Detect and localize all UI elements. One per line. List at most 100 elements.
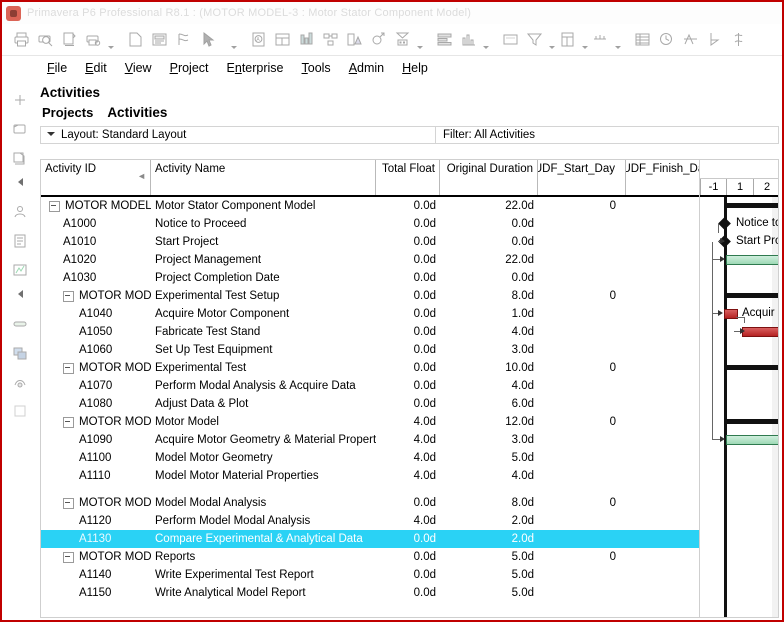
wbs-row[interactable]: MOTOR MODEL-3.3Motor Model4.0d12.0d00 — [41, 413, 699, 431]
cell-original-duration[interactable]: 2.0d — [440, 533, 538, 545]
column-header-original-duration[interactable]: Original Duration — [440, 160, 538, 195]
menu-bar[interactable]: File Edit View Project Enterprise Tools … — [2, 56, 782, 80]
cell-udf-start-day[interactable]: 0 — [538, 497, 626, 509]
menu-item-tools[interactable]: Tools — [293, 59, 340, 77]
cell-activity-id[interactable]: A1000 — [41, 218, 151, 230]
tracking-icon[interactable] — [9, 259, 31, 281]
gantt-summary-bar[interactable] — [724, 203, 778, 208]
cell-activity-id[interactable]: A1140 — [41, 569, 151, 581]
gantt-noncritical-bar[interactable] — [726, 255, 778, 265]
cell-activity-id[interactable]: A1060 — [41, 344, 151, 356]
wbs-row[interactable]: MOTOR MODEL-3.2Experimental Test0.0d10.0… — [41, 359, 699, 377]
page-layout-icon[interactable] — [556, 28, 579, 51]
cell-activity-id[interactable]: A1110 — [41, 470, 151, 482]
cell-activity-name[interactable]: Acquire Motor Geometry & Material Proper… — [151, 434, 376, 446]
tab-activities[interactable]: Activities — [105, 105, 169, 120]
cell-original-duration[interactable]: 12.0d — [440, 416, 538, 428]
cell-activity-id[interactable]: MOTOR MODEL-3 — [41, 200, 151, 212]
cell-activity-name[interactable]: Fabricate Test Stand — [151, 326, 376, 338]
gantt-relationship-line[interactable] — [718, 224, 719, 233]
caret-down-icon[interactable] — [580, 26, 589, 54]
table-row[interactable]: A1150 Write Analytical Model Report 0.0d 5.… — [41, 584, 699, 602]
gantt-relationship-line[interactable] — [744, 317, 745, 323]
column-header-udf-finish-day[interactable]: UDF_Finish_Day — [626, 160, 699, 195]
cell-activity-name[interactable]: Model Motor Geometry — [151, 452, 376, 464]
cell-original-duration[interactable]: 5.0d — [440, 569, 538, 581]
table-row[interactable]: A1120 Perform Model Modal Analysis 4.0d 2.0… — [41, 512, 699, 530]
table-row[interactable]: A1110 Model Motor Material Properties 4.0d… — [41, 467, 699, 485]
cell-activity-id[interactable]: MOTOR MODEL-3.1 — [41, 290, 151, 302]
timescale-minor-row[interactable]: -1 1 2 — [700, 179, 778, 197]
caret-down-icon[interactable] — [547, 26, 556, 54]
page-tabs[interactable]: Projects Activities — [36, 103, 780, 126]
resources-icon[interactable] — [9, 201, 31, 223]
cell-activity-name[interactable]: Motor Model — [151, 416, 376, 428]
wbs-row[interactable]: MOTOR MODEL-3.1Experimental Test Setup0.… — [41, 287, 699, 305]
cell-activity-name[interactable]: Motor Stator Component Model — [151, 200, 376, 212]
collapse-expander-icon[interactable] — [63, 551, 74, 563]
gantt-relationship-arrow[interactable] — [720, 238, 725, 244]
cell-total-float[interactable]: 0.0d — [376, 533, 440, 545]
cell-original-duration[interactable]: 5.0d — [440, 587, 538, 599]
chevron-down-icon[interactable] — [47, 131, 56, 140]
cell-activity-name[interactable]: Project Completion Date — [151, 272, 376, 284]
cell-total-float[interactable]: 0.0d — [376, 362, 440, 374]
projects-icon[interactable] — [9, 118, 31, 140]
collapse-arrow-icon[interactable] — [9, 288, 31, 299]
print-preview-icon[interactable] — [34, 28, 57, 51]
cell-original-duration[interactable]: 0.0d — [440, 236, 538, 248]
cell-udf-start-day[interactable]: 0 — [538, 200, 626, 212]
cell-udf-start-day[interactable]: 0 — [538, 416, 626, 428]
gantt-relationship-line[interactable] — [712, 242, 713, 260]
table-header-row[interactable]: Activity ID ◄ Activity Name Total Float O… — [41, 160, 699, 197]
gantt-milestone-marker[interactable] — [718, 217, 731, 230]
menu-item-enterprise[interactable]: Enterprise — [218, 59, 293, 77]
cell-original-duration[interactable]: 8.0d — [440, 290, 538, 302]
cell-total-float[interactable]: 0.0d — [376, 290, 440, 302]
cell-original-duration[interactable]: 22.0d — [440, 200, 538, 212]
table-row[interactable]: A1030 Project Completion Date 0.0d 0.0d — [41, 269, 699, 287]
caret-down-icon[interactable] — [106, 26, 115, 54]
cell-activity-id[interactable]: A1050 — [41, 326, 151, 338]
cell-udf-finish-day[interactable]: 0 — [626, 416, 699, 428]
table-row[interactable]: A1070 Perform Modal Analysis & Acquire Da… — [41, 377, 699, 395]
cell-activity-id[interactable]: A1090 — [41, 434, 151, 446]
cell-original-duration[interactable]: 4.0d — [440, 326, 538, 338]
cell-activity-id[interactable]: A1020 — [41, 254, 151, 266]
activity-network-icon[interactable] — [319, 28, 342, 51]
wbs-row[interactable]: MOTOR MODEL-3Motor Stator Component Mode… — [41, 197, 699, 215]
cell-activity-id[interactable]: A1070 — [41, 380, 151, 392]
cell-original-duration[interactable]: 4.0d — [440, 470, 538, 482]
cell-activity-id[interactable]: MOTOR MODEL-3.3 — [41, 416, 151, 428]
collapse-expander-icon[interactable] — [49, 200, 60, 212]
cell-activity-name[interactable]: Start Project — [151, 236, 376, 248]
timescale-tick[interactable]: 2 — [754, 179, 778, 195]
print-settings-icon[interactable] — [82, 28, 105, 51]
collapse-expander-icon[interactable] — [63, 497, 74, 509]
wbs-row[interactable]: MOTOR MODEL-3.4Model Modal Analysis0.0d8… — [41, 494, 699, 512]
cell-total-float[interactable]: 0.0d — [376, 218, 440, 230]
schedule-icon[interactable] — [655, 28, 678, 51]
cell-udf-finish-day[interactable]: 0 — [626, 290, 699, 302]
cell-total-float[interactable]: 0.0d — [376, 380, 440, 392]
column-header-activity-id[interactable]: Activity ID ◄ — [41, 160, 151, 195]
table-view-icon[interactable] — [271, 28, 294, 51]
table-row[interactable]: A1090 Acquire Motor Geometry & Material P… — [41, 431, 699, 449]
cell-original-duration[interactable]: 5.0d — [440, 452, 538, 464]
cell-activity-name[interactable]: Reports — [151, 551, 376, 563]
cursor-select-icon[interactable] — [196, 28, 219, 51]
gantt-bars-area[interactable]: Notice to Start Pro Acquir — [700, 197, 778, 617]
table-row[interactable]: A1140 Write Experimental Test Report 0.0d 5… — [41, 566, 699, 584]
columns-icon[interactable] — [433, 28, 456, 51]
cell-activity-id[interactable]: A1120 — [41, 515, 151, 527]
gantt-summary-bar[interactable] — [724, 365, 778, 370]
cell-total-float[interactable]: 4.0d — [376, 452, 440, 464]
table-row[interactable]: A1010 Start Project 0.0d 0.0d — [41, 233, 699, 251]
cell-original-duration[interactable]: 10.0d — [440, 362, 538, 374]
cell-original-duration[interactable]: 5.0d — [440, 551, 538, 563]
thresholds-icon[interactable] — [9, 400, 31, 422]
cell-total-float[interactable]: 0.0d — [376, 254, 440, 266]
table-row[interactable]: A1060 Set Up Test Equipment 0.0d 3.0d — [41, 341, 699, 359]
timescale-tick[interactable]: -1 — [700, 179, 727, 195]
column-header-activity-name[interactable]: Activity Name — [151, 160, 376, 195]
